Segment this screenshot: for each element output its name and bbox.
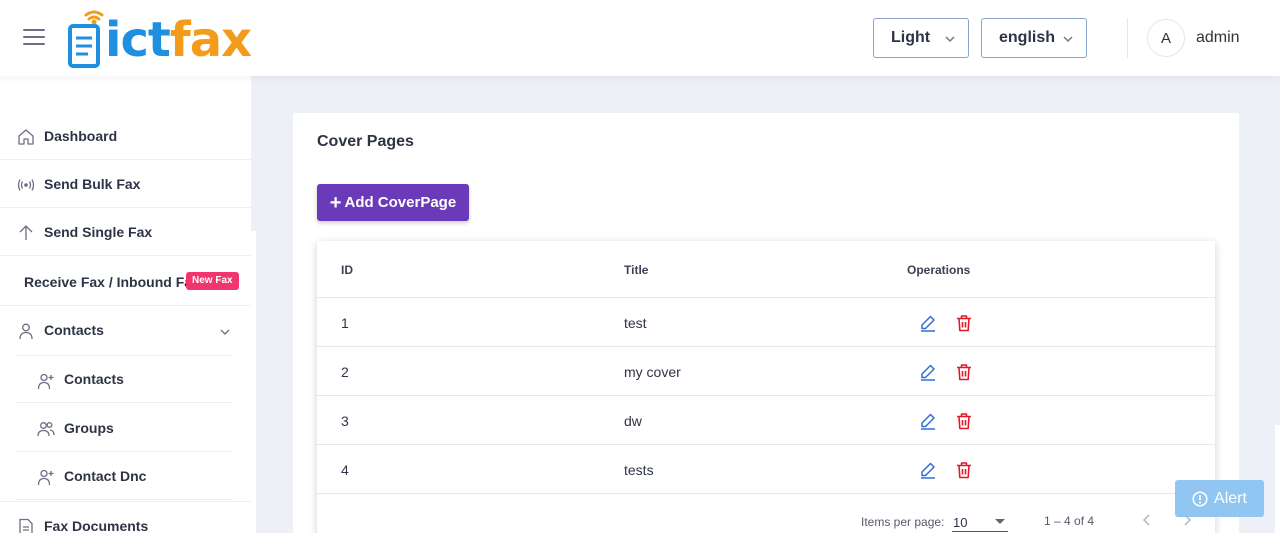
sidebar-item-label: Receive Fax / Inbound Fax — [24, 273, 200, 290]
column-header-title[interactable]: Title — [624, 263, 648, 277]
arrow-up-icon — [19, 225, 33, 240]
add-coverpage-button[interactable]: + Add CoverPage — [317, 184, 469, 221]
cell-id: 4 — [341, 462, 349, 478]
logo-text-ict: ict — [105, 12, 171, 68]
theme-select[interactable]: Light — [873, 18, 969, 58]
column-header-id[interactable]: ID — [341, 263, 353, 277]
menu-toggle-icon[interactable] — [23, 29, 45, 45]
cell-title: dw — [624, 413, 642, 429]
edit-icon[interactable] — [919, 363, 937, 381]
username[interactable]: admin — [1196, 29, 1240, 47]
cell-title: test — [624, 315, 647, 331]
trash-icon[interactable] — [955, 363, 973, 381]
table-row: 2 my cover — [317, 346, 1215, 395]
user-plus-icon — [37, 469, 54, 486]
sidebar-item-label: Contacts — [44, 322, 104, 338]
app-logo[interactable]: ictfax — [66, 6, 278, 70]
sidebar: Dashboard Send Bulk Fax Send Single Fax … — [0, 76, 256, 533]
sidebar-item-label: Contact Dnc — [64, 467, 147, 484]
language-select-value: english — [999, 29, 1056, 46]
cell-title: tests — [624, 462, 654, 478]
chevron-down-icon — [945, 36, 955, 43]
table-row: 1 test — [317, 297, 1215, 346]
cover-pages-card: Cover Pages + Add CoverPage ID Title Ope… — [293, 113, 1239, 533]
sidebar-item-label: Send Single Fax — [44, 223, 153, 240]
sidebar-item-contacts[interactable]: Contacts — [0, 306, 251, 354]
fax-logo-icon — [68, 10, 104, 68]
previous-page-icon[interactable] — [1139, 512, 1155, 528]
chevron-down-icon — [220, 329, 230, 335]
items-per-page-value: 10 — [953, 515, 968, 530]
new-fax-badge: New Fax — [186, 272, 239, 290]
sidebar-scrollbar[interactable] — [251, 76, 256, 231]
edit-icon[interactable] — [919, 461, 937, 479]
page-scrollbar[interactable] — [1275, 425, 1280, 533]
sidebar-item-label: Groups — [64, 419, 114, 436]
user-icon — [19, 323, 33, 340]
user-plus-icon — [37, 373, 54, 390]
alert-button-label: Alert — [1214, 489, 1247, 507]
items-per-page-select[interactable]: 10 — [952, 508, 1008, 532]
trash-icon[interactable] — [955, 314, 973, 332]
logo-text-fax: fax — [169, 12, 252, 68]
trash-icon[interactable] — [955, 412, 973, 430]
sidebar-item-label: Contacts — [64, 371, 124, 387]
logo-wordmark: ictfax — [105, 12, 252, 68]
cell-id: 2 — [341, 364, 349, 380]
avatar[interactable]: A — [1147, 19, 1185, 57]
sidebar-item-send-single-fax[interactable]: Send Single Fax — [0, 208, 251, 256]
coverpages-table: ID Title Operations 1 test 2 my cover 3 … — [317, 241, 1215, 533]
sidebar-item-label: Dashboard — [44, 127, 118, 144]
alert-circle-icon — [1192, 490, 1208, 507]
home-icon — [18, 129, 34, 145]
edit-icon[interactable] — [919, 412, 937, 430]
sidebar-item-label: Fax Documents — [44, 517, 149, 533]
items-per-page-label: Items per page: — [861, 515, 945, 529]
alert-button[interactable]: Alert — [1175, 480, 1264, 517]
cell-id: 1 — [341, 315, 349, 331]
column-header-operations: Operations — [907, 263, 971, 277]
cell-title: my cover — [624, 364, 681, 380]
sidebar-item-dashboard[interactable]: Dashboard — [0, 112, 251, 160]
sidebar-item-send-bulk-fax[interactable]: Send Bulk Fax — [0, 160, 251, 208]
trash-icon[interactable] — [955, 461, 973, 479]
document-icon — [19, 518, 33, 533]
table-row: 3 dw — [317, 395, 1215, 444]
edit-icon[interactable] — [919, 314, 937, 332]
top-header: ictfax Light english A admin — [0, 0, 1280, 76]
add-coverpage-label: Add CoverPage — [344, 194, 457, 211]
page-range-label: 1 – 4 of 4 — [1044, 514, 1095, 528]
sidebar-item-label: Send Bulk Fax — [44, 175, 141, 192]
language-select[interactable]: english — [981, 18, 1087, 58]
sidebar-subitem-groups[interactable]: Groups — [16, 404, 232, 452]
chevron-down-icon — [1063, 36, 1073, 43]
page-title: Cover Pages — [317, 133, 414, 150]
table-paginator: Items per page: 10 1 – 4 of 4 — [317, 493, 1215, 533]
dropdown-arrow-icon — [995, 519, 1005, 524]
sidebar-subitem-contacts[interactable]: Contacts — [16, 355, 232, 403]
cell-id: 3 — [341, 413, 349, 429]
users-icon — [37, 422, 55, 437]
theme-select-value: Light — [891, 29, 931, 46]
broadcast-icon — [17, 179, 35, 191]
avatar-initial: A — [1160, 29, 1171, 47]
table-row: 4 tests — [317, 444, 1215, 493]
plus-icon: + — [329, 191, 342, 214]
sidebar-subitem-contact-dnc[interactable]: Contact Dnc — [16, 452, 232, 500]
header-divider — [1127, 18, 1128, 58]
sidebar-item-fax-documents[interactable]: Fax Documents — [0, 501, 251, 533]
